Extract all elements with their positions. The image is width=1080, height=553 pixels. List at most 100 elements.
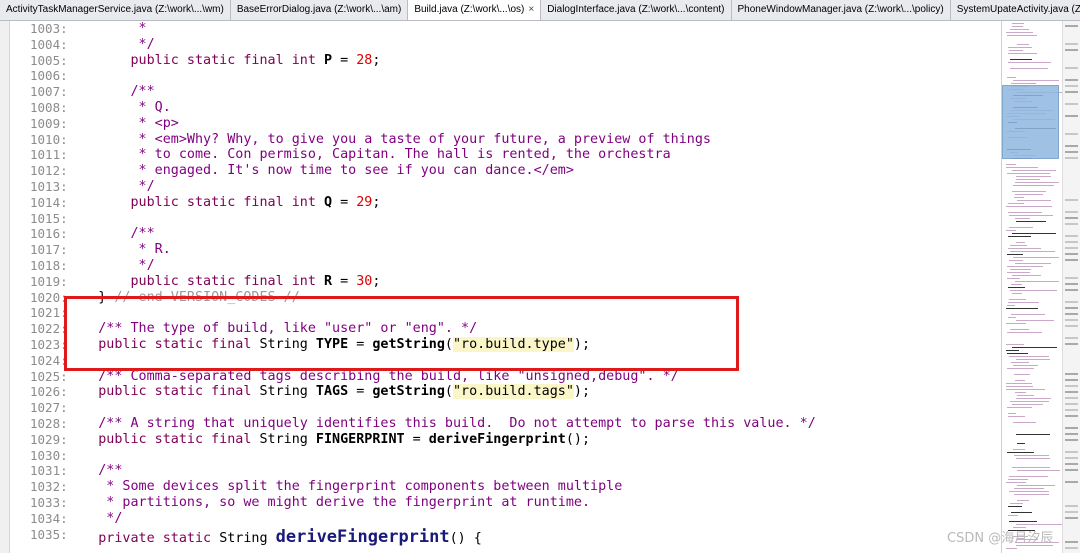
line-number: 1005: <box>30 52 68 68</box>
minimap-line <box>1010 245 1027 246</box>
code-line: * partitions, so we might derive the fin… <box>66 495 591 510</box>
line-number: 1031: <box>30 463 68 479</box>
code-line: * Some devices split the fingerprint com… <box>66 479 623 495</box>
line-number: 1008: <box>30 100 68 115</box>
code-token: 28 <box>356 52 373 68</box>
code-line: public static final int P = 28; <box>66 53 380 69</box>
code-line: /** A string that uniquely identifies th… <box>66 416 816 431</box>
scroll-marker <box>1065 241 1078 243</box>
tab-activitytaskmanagerservice[interactable]: ActivityTaskManagerService.java (Z:\work… <box>0 0 231 20</box>
minimap-line <box>1006 164 1016 165</box>
scroll-marker <box>1065 547 1078 549</box>
minimap-line <box>1010 59 1032 60</box>
scroll-marker <box>1065 319 1078 321</box>
minimap-line <box>1008 413 1016 414</box>
scroll-marker <box>1065 439 1078 441</box>
minimap-line <box>1008 248 1041 249</box>
minimap-line <box>1011 83 1036 84</box>
code-editor[interactable]: * */ public static final int P = 28; /**… <box>66 21 1001 553</box>
tab-label: Build.java (Z:\work\...\os) <box>414 4 525 15</box>
code-token: public static final <box>66 384 260 400</box>
line-number: 1032: <box>30 479 68 495</box>
code-token: = <box>348 384 373 400</box>
minimap-line <box>1015 380 1025 381</box>
minimap-line <box>1008 236 1031 237</box>
tab-build-java[interactable]: Build.java (Z:\work\...\os) × <box>408 0 542 20</box>
code-token: FINGERPRINT <box>315 431 405 447</box>
tab-dialoginterface[interactable]: DialogInterface.java (Z:\work\...\conten… <box>541 0 732 20</box>
minimap-line <box>1008 416 1025 417</box>
tab-phonewindowmanager[interactable]: PhoneWindowManager.java (Z:\work\...\pol… <box>732 0 951 20</box>
code-line: /** <box>66 226 155 242</box>
minimap-line <box>1009 227 1033 228</box>
minimap-line <box>1010 329 1029 330</box>
scroll-marker <box>1065 463 1078 465</box>
scroll-marker <box>1065 43 1078 45</box>
minimap-line <box>1007 272 1030 273</box>
minimap-line <box>1010 29 1029 30</box>
scroll-marker <box>1065 415 1078 417</box>
scroll-marker <box>1065 85 1078 87</box>
code-token: = <box>404 431 429 447</box>
vertical-scrollbar[interactable] <box>1062 21 1080 553</box>
scroll-marker <box>1065 79 1078 81</box>
minimap-line <box>1007 35 1037 36</box>
minimap-viewport[interactable] <box>1002 85 1059 159</box>
minimap-line <box>1007 173 1050 174</box>
line-number: 1035: <box>30 526 68 542</box>
scroll-marker <box>1065 145 1078 147</box>
minimap-line <box>1012 347 1057 348</box>
minimap-line <box>1015 194 1043 195</box>
minimap-line <box>1010 269 1031 270</box>
minimap-line <box>1012 467 1050 468</box>
minimap-line <box>1013 80 1059 81</box>
scroll-marker <box>1065 115 1078 117</box>
tab-systemupateactivity[interactable]: SystemUpateActivity.java (Z:\work\... <box>951 0 1080 20</box>
minimap-line <box>1010 68 1048 69</box>
minimap-line <box>1006 482 1026 483</box>
minimap-line <box>1015 281 1059 282</box>
scroll-marker <box>1065 157 1078 159</box>
scroll-marker <box>1065 451 1078 453</box>
minimap-line <box>1016 434 1050 435</box>
minimap-line <box>1014 455 1049 456</box>
line-number: 1015: <box>30 210 68 226</box>
scroll-marker <box>1065 235 1078 237</box>
minimap-line <box>1015 392 1026 393</box>
code-line: * R. <box>66 242 171 258</box>
code-token: String <box>259 384 316 400</box>
code-token: String <box>259 431 316 447</box>
minimap-line <box>1015 182 1059 183</box>
line-number: 1018: <box>30 258 68 273</box>
minimap-line <box>1012 293 1022 294</box>
code-token: 30 <box>356 273 373 289</box>
minimap-line <box>1017 44 1029 45</box>
minimap-line <box>1006 167 1038 168</box>
line-number: 1016: <box>30 226 68 242</box>
code-token: ; <box>372 194 381 210</box>
string-literal: "ro.build.tags" <box>452 384 574 400</box>
code-line: * Q. <box>66 100 171 115</box>
line-number: 1033: <box>30 495 68 510</box>
minimap-line <box>1008 506 1022 507</box>
line-number: 1003: <box>30 21 68 36</box>
minimap-line <box>1012 233 1056 234</box>
minimap-line <box>1006 386 1033 387</box>
line-number: 1028: <box>30 416 68 431</box>
scroll-marker <box>1065 247 1078 249</box>
line-number: 1009: <box>30 115 68 131</box>
tab-baseerrordialog[interactable]: BaseErrorDialog.java (Z:\work\...\am) <box>231 0 409 20</box>
line-number: 1025: <box>30 368 68 384</box>
code-token: 29 <box>356 194 373 210</box>
minimap-line <box>1012 23 1024 24</box>
code-token: (); <box>565 431 591 447</box>
minimap-line <box>1014 494 1049 495</box>
minimap-line <box>1016 458 1050 459</box>
tab-label: ActivityTaskManagerService.java (Z:\work… <box>6 4 224 15</box>
line-number: 1017: <box>30 242 68 258</box>
minimap-line <box>1009 356 1049 357</box>
watermark: CSDN @海月汐辰 <box>947 531 1054 546</box>
scroll-marker <box>1065 481 1078 483</box>
code-token: deriveFingerprint <box>428 431 566 447</box>
close-icon[interactable]: × <box>528 4 534 15</box>
